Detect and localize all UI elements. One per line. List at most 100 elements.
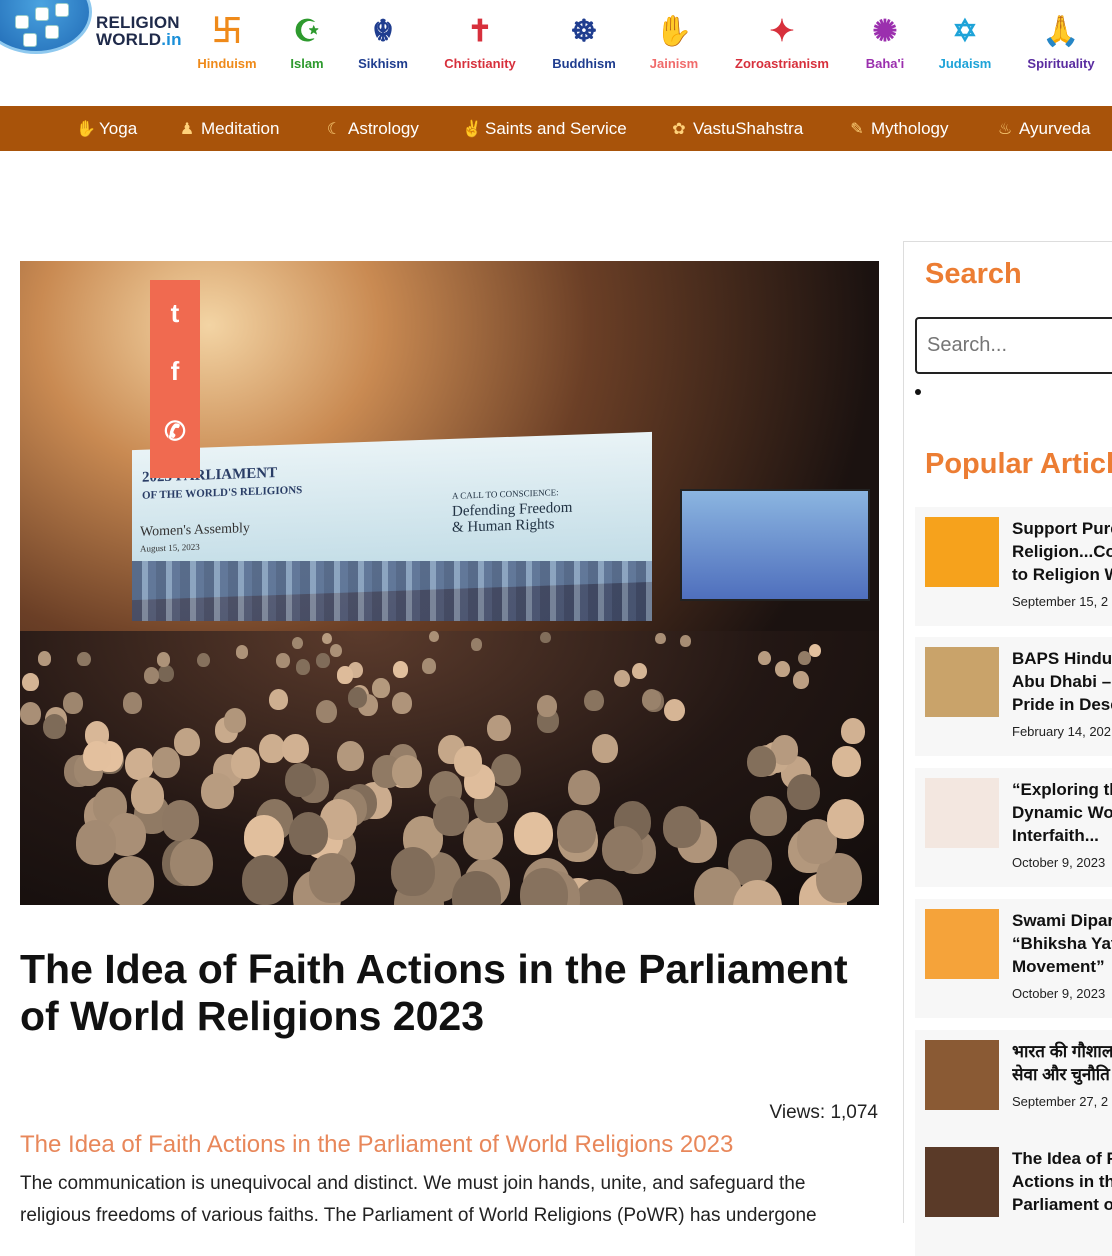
audience-head (392, 755, 423, 789)
audience-head (491, 753, 521, 787)
audience-head (282, 734, 309, 764)
audience-head (20, 701, 42, 726)
popular-article-title[interactable]: भारत की गौशाल सेवा और चुनौति (1012, 1040, 1112, 1086)
religion-label: Christianity (444, 56, 516, 71)
share-bar: t f ✆ (150, 280, 200, 478)
audience-head (347, 686, 367, 708)
title-line: Dynamic Wo (1012, 803, 1112, 822)
title-line: to Religion W (1012, 565, 1112, 584)
title-line: सेवा और चुनौति (1012, 1065, 1110, 1084)
audience-head (22, 672, 40, 692)
audience-head (641, 689, 661, 711)
popular-article-title[interactable]: BAPS Hindu Abu Dhabi – Pride in Dese (1012, 647, 1112, 716)
category-label: VastuShahstra (693, 119, 804, 138)
audience-head (316, 700, 338, 724)
audience-head (655, 633, 666, 645)
popular-article-title[interactable]: Support Pure Religion...Co to Religion W (1012, 517, 1112, 586)
category-saintsandservice[interactable]: ✌ Saints and Service (462, 106, 627, 151)
popular-article-card[interactable]: BAPS Hindu Abu Dhabi – Pride in Dese Februa… (915, 637, 1112, 756)
popular-article-title[interactable]: Swami Dipar “Bhiksha Yat Movement” (1012, 909, 1112, 978)
audience-head (242, 855, 288, 905)
audience-head (750, 796, 787, 837)
audience-head (174, 728, 201, 757)
twitter-icon[interactable]: t (150, 298, 200, 329)
article-thumbnail[interactable] (925, 1040, 999, 1110)
article-subtitle[interactable]: The Idea of Faith Actions in the Parliam… (20, 1131, 880, 1159)
popular-article-card[interactable]: Swami Dipar “Bhiksha Yat Movement” October … (915, 899, 1112, 1018)
religion-spirituality[interactable]: 🙏 Spirituality (1001, 12, 1112, 71)
audience-head (276, 653, 290, 668)
audience-head (631, 662, 647, 680)
audience-head (584, 689, 604, 712)
audience-head (288, 812, 328, 856)
article-thumbnail[interactable] (925, 1147, 999, 1217)
cross-icon: ✝ (467, 15, 493, 48)
category-label: Yoga (99, 119, 138, 138)
audience-head (591, 734, 619, 764)
facebook-icon[interactable]: f (150, 356, 200, 387)
audience-head (161, 800, 199, 841)
category-label: Saints and Service (485, 119, 627, 138)
sidebar: Search Popular Articles Support Pure Reli… (903, 241, 1112, 1256)
list-bullet (915, 389, 921, 395)
title-line: Swami Dipar (1012, 911, 1112, 930)
audience-head (83, 741, 111, 772)
religion-jainism[interactable]: ✋ Jainism (614, 12, 734, 71)
screen-call: A CALL TO CONSCIENCE: (452, 487, 559, 501)
ayurveda-icon: ♨ (997, 121, 1013, 138)
search-input[interactable] (915, 317, 1112, 374)
category-vastushahstra[interactable]: ✿ VastuShahstra (670, 106, 803, 151)
category-meditation[interactable]: ♟ Meditation (178, 106, 280, 151)
audience-head (470, 638, 483, 651)
popular-article-date: February 14, 202 (1012, 724, 1112, 739)
title-line: “Exploring th (1012, 780, 1112, 799)
article-thumbnail[interactable] (925, 778, 999, 848)
popular-article-card[interactable]: Support Pure Religion...Co to Religion W Se… (915, 507, 1112, 626)
audience-head (122, 692, 143, 715)
audience (20, 631, 879, 905)
category-yoga[interactable]: ✋ Yoga (76, 106, 137, 151)
category-ayurveda[interactable]: ♨ Ayurveda (996, 106, 1091, 151)
audience-head (200, 773, 234, 810)
title-line: भारत की गौशाल (1012, 1042, 1112, 1061)
popular-article-card[interactable]: The Idea of F Actions in th Parliament o (915, 1137, 1112, 1256)
popular-article-title[interactable]: The Idea of F Actions in th Parliament o (1012, 1147, 1112, 1216)
title-line: “Bhiksha Yat (1012, 934, 1112, 953)
audience-head (37, 651, 51, 667)
audience-head (372, 678, 390, 698)
audience-head (798, 650, 812, 666)
audience-head (540, 631, 551, 644)
side-screen (680, 489, 870, 601)
article-thumbnail[interactable] (925, 517, 999, 587)
audience-head (295, 659, 311, 676)
category-astrology[interactable]: ☾ Astrology (325, 106, 419, 151)
religion-christianity[interactable]: ✝ Christianity (420, 12, 540, 71)
religion-label: Jainism (649, 56, 699, 71)
audience-head (393, 661, 408, 678)
site-header: RELIGION WORLD.in 卐 Hinduism ☪ Islam ☬ Sikhis… (0, 0, 1112, 106)
audience-head (808, 643, 821, 657)
audience-head (840, 717, 865, 744)
audience-head (392, 691, 413, 714)
audience-head (284, 762, 316, 798)
popular-article-title[interactable]: “Exploring th Dynamic Wo Interfaith... (1012, 778, 1112, 847)
audience-head (157, 652, 171, 667)
category-mythology[interactable]: ✎ Mythology (848, 106, 948, 151)
audience-head (536, 694, 557, 718)
audience-head (43, 713, 67, 740)
religion-zoroastrianism[interactable]: ✦ Zoroastrianism (722, 12, 842, 71)
article-thumbnail[interactable] (925, 909, 999, 979)
audience-head (429, 631, 440, 643)
article-thumbnail[interactable] (925, 647, 999, 717)
category-label: Astrology (348, 119, 419, 138)
audience-head (758, 650, 772, 666)
category-label: Ayurveda (1019, 119, 1091, 138)
article-body: The communication is unequivocal and dis… (20, 1173, 817, 1226)
audience-head (244, 815, 284, 859)
category-nav: ✋ Yoga ♟ Meditation ☾ Astrology ✌ Saints and Se… (0, 106, 1112, 151)
popular-article-card[interactable]: “Exploring th Dynamic Wo Interfaith... Octo… (915, 768, 1112, 887)
title-line: Religion...Co (1012, 542, 1112, 561)
screen-title-2: OF THE WORLD'S RELIGIONS (142, 484, 303, 502)
popular-article-card[interactable]: भारत की गौशाल सेवा और चुनौति September 27,… (915, 1030, 1112, 1149)
whatsapp-icon[interactable]: ✆ (150, 416, 200, 447)
